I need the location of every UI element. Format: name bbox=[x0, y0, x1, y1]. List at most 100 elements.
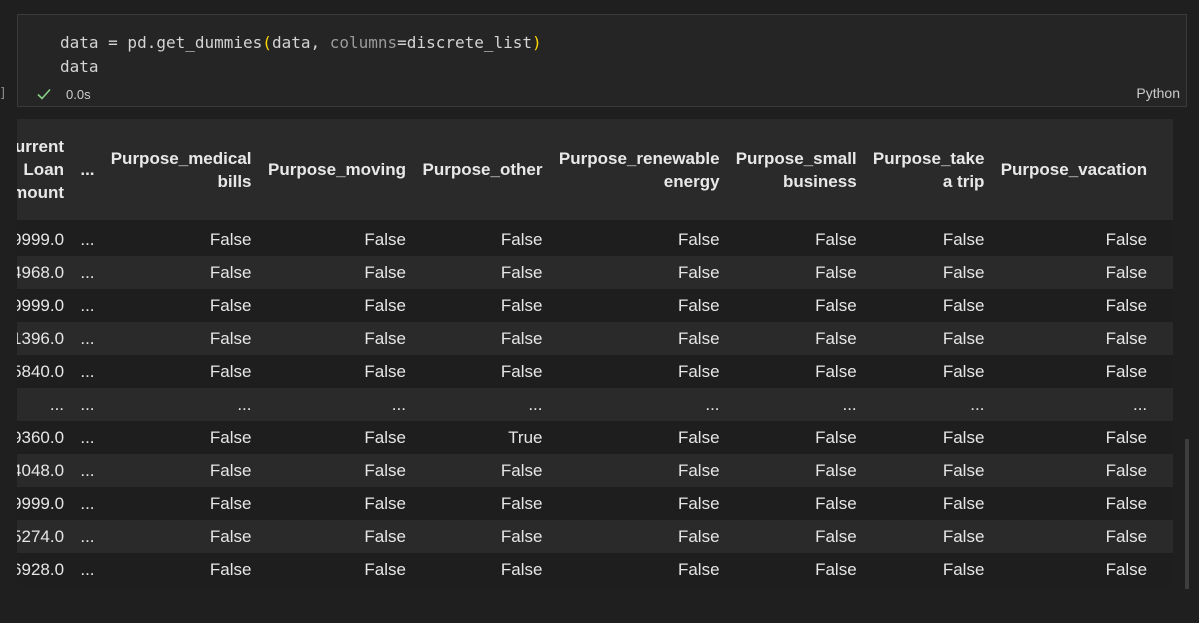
code-cell[interactable]: data = pd.get_dummies(data, columns=disc… bbox=[17, 14, 1187, 107]
table-cell: False bbox=[259, 553, 414, 586]
code-token: data, bbox=[271, 33, 330, 52]
code-line: data bbox=[60, 57, 99, 76]
column-header: Purpose_medical bills bbox=[102, 119, 260, 220]
table-row: 5840.0... False False False False False False F… bbox=[17, 355, 1173, 388]
table-cell: False bbox=[102, 421, 260, 454]
table-cell: ... bbox=[864, 388, 993, 421]
table-cell: 6928.0 bbox=[17, 553, 73, 586]
table-cell: ... bbox=[72, 421, 103, 454]
table-cell-truncated bbox=[1155, 289, 1173, 322]
table-cell: ... bbox=[72, 487, 103, 520]
vertical-scrollbar[interactable] bbox=[1185, 439, 1189, 589]
notebook-page: ] data = pd.get_dummies(data, columns=di… bbox=[0, 0, 1199, 623]
table-cell: False bbox=[864, 520, 993, 553]
table-cell: False bbox=[102, 256, 260, 289]
language-selector[interactable]: Python bbox=[1136, 85, 1180, 101]
table-cell: False bbox=[413, 553, 551, 586]
table-cell: False bbox=[727, 553, 865, 586]
table-cell: False bbox=[413, 487, 551, 520]
table-cell-truncated bbox=[1155, 553, 1173, 586]
table-cell: False bbox=[550, 520, 728, 553]
table-cell: ... bbox=[72, 520, 103, 553]
table-cell: 9999.0 bbox=[17, 289, 73, 322]
table-cell: 5840.0 bbox=[17, 355, 73, 388]
table-cell-truncated bbox=[1155, 520, 1173, 553]
table-row: 5274.0... False False False False False False F… bbox=[17, 520, 1173, 553]
execution-time: 0.0s bbox=[66, 86, 91, 102]
table-cell: False bbox=[864, 220, 993, 256]
column-header: ... bbox=[72, 119, 103, 220]
table-cell: ... bbox=[17, 388, 73, 421]
column-header: Purpose_other bbox=[413, 119, 551, 220]
table-cell: False bbox=[102, 454, 260, 487]
table-cell: False bbox=[259, 454, 414, 487]
column-header-truncated bbox=[1155, 119, 1173, 220]
table-cell: False bbox=[550, 322, 728, 355]
table-cell: False bbox=[992, 220, 1156, 256]
column-header: Purpose_small business bbox=[727, 119, 865, 220]
table-cell: ... bbox=[72, 220, 103, 256]
table-cell: 1396.0 bbox=[17, 322, 73, 355]
table-cell: False bbox=[413, 322, 551, 355]
table-cell: True bbox=[413, 421, 551, 454]
table-row: ........................... bbox=[17, 388, 1173, 421]
table-cell: ... bbox=[72, 289, 103, 322]
table-cell: False bbox=[550, 553, 728, 586]
table-header-row: urrent Loan mount ... Purpose_medical bi… bbox=[17, 119, 1173, 220]
table-cell: False bbox=[259, 256, 414, 289]
table-cell: 4968.0 bbox=[17, 256, 73, 289]
table-cell: False bbox=[864, 454, 993, 487]
table-cell: ... bbox=[259, 388, 414, 421]
column-header: Purpose_vacation bbox=[992, 119, 1156, 220]
table-cell: False bbox=[550, 220, 728, 256]
table-cell: False bbox=[413, 256, 551, 289]
table-row: 6928.0... False False False False False False F… bbox=[17, 553, 1173, 586]
table-cell: False bbox=[864, 487, 993, 520]
code-token: =discrete_list bbox=[397, 33, 533, 52]
table-cell: ... bbox=[550, 388, 728, 421]
table-row: 4968.0... False False False False False False F… bbox=[17, 256, 1173, 289]
table-cell: False bbox=[992, 289, 1156, 322]
table-cell-truncated bbox=[1155, 322, 1173, 355]
table-cell: 9360.0 bbox=[17, 421, 73, 454]
table-cell: ... bbox=[102, 388, 260, 421]
table-cell-truncated bbox=[1155, 256, 1173, 289]
table-cell: False bbox=[102, 289, 260, 322]
code-editor[interactable]: data = pd.get_dummies(data, columns=disc… bbox=[60, 31, 542, 79]
table-cell: ... bbox=[72, 553, 103, 586]
table-cell: False bbox=[727, 421, 865, 454]
table-cell: False bbox=[259, 220, 414, 256]
table-cell: False bbox=[864, 421, 993, 454]
table-cell: False bbox=[102, 487, 260, 520]
table-cell: ... bbox=[727, 388, 865, 421]
code-token: = pd.get_dummies bbox=[98, 33, 263, 52]
table-cell: False bbox=[550, 355, 728, 388]
table-cell: False bbox=[550, 256, 728, 289]
code-token: ( bbox=[262, 33, 272, 52]
table-cell-truncated bbox=[1155, 388, 1173, 421]
table-cell: False bbox=[102, 322, 260, 355]
table-cell: False bbox=[550, 421, 728, 454]
table-cell-truncated bbox=[1155, 487, 1173, 520]
table-cell: False bbox=[550, 289, 728, 322]
table-cell: False bbox=[727, 220, 865, 256]
table-cell-truncated bbox=[1155, 454, 1173, 487]
cell-status: 0.0s bbox=[36, 84, 91, 104]
table-cell: ... bbox=[413, 388, 551, 421]
code-token: columns bbox=[329, 33, 398, 52]
table-cell: False bbox=[727, 256, 865, 289]
table-cell: False bbox=[727, 322, 865, 355]
table-cell: False bbox=[259, 355, 414, 388]
table-cell: False bbox=[992, 256, 1156, 289]
table-cell: False bbox=[259, 289, 414, 322]
column-header: Purpose_renewable energy bbox=[550, 119, 728, 220]
table-row: 9999.0... False False False False False False F… bbox=[17, 289, 1173, 322]
table-cell: False bbox=[992, 355, 1156, 388]
table-cell: False bbox=[864, 289, 993, 322]
table-cell-truncated bbox=[1155, 355, 1173, 388]
table-cell: False bbox=[864, 256, 993, 289]
code-token: data bbox=[60, 33, 99, 52]
code-token: ) bbox=[532, 33, 542, 52]
table-cell: ... bbox=[992, 388, 1156, 421]
column-header: Purpose_moving bbox=[259, 119, 414, 220]
